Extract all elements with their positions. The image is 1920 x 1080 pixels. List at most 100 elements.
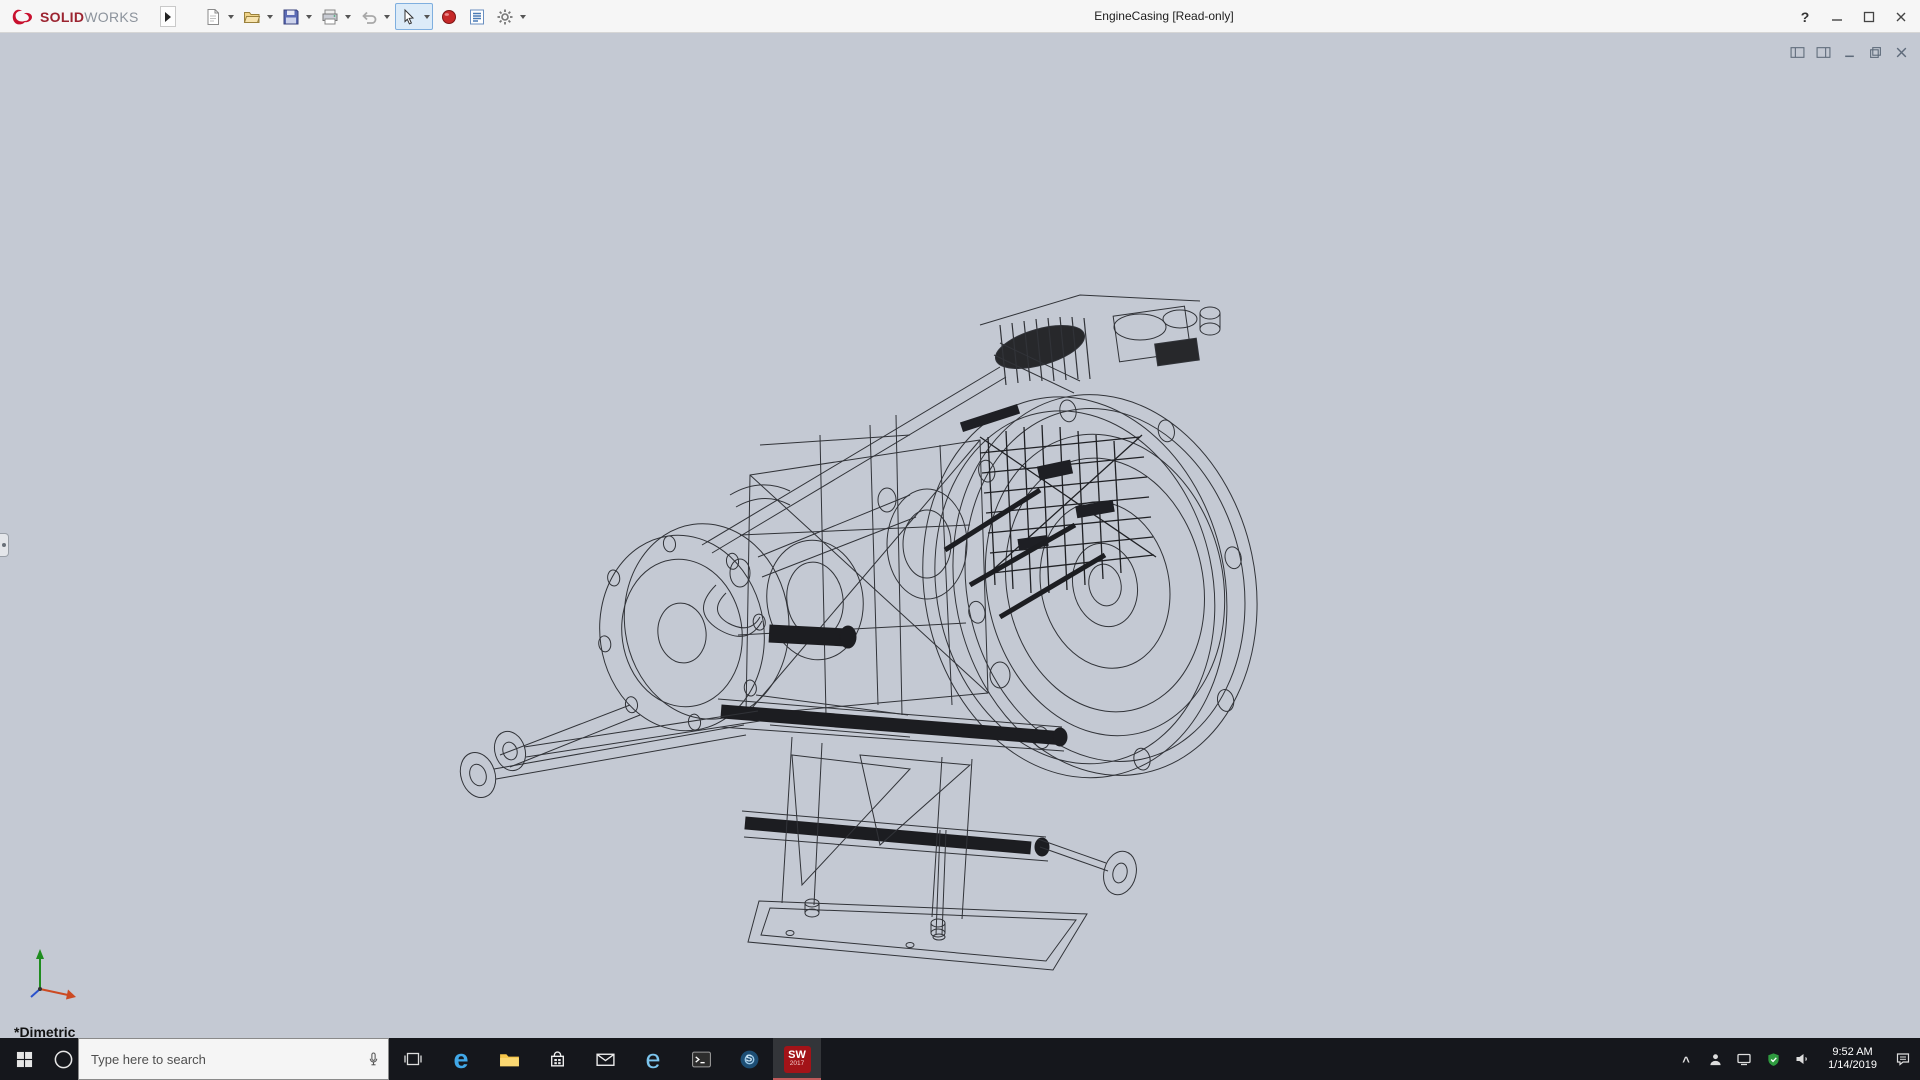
- new-document-group: [200, 4, 236, 29]
- new-document-icon: [207, 8, 219, 25]
- doc-minimize-icon: [1845, 55, 1854, 58]
- minimize-icon: [1832, 18, 1842, 21]
- open-folder-icon: [243, 11, 260, 23]
- volume-tray-button[interactable]: [1791, 1038, 1813, 1080]
- save-dropdown[interactable]: [303, 4, 314, 29]
- dock-pane-left-button[interactable]: [1789, 45, 1806, 60]
- dock-pane-right-button[interactable]: [1815, 45, 1832, 60]
- brand-works: WORKS: [84, 8, 139, 25]
- mail-envelope-icon: [595, 1053, 615, 1066]
- select-tool-group: [395, 3, 433, 30]
- appearances-button[interactable]: [436, 4, 461, 29]
- close-icon: [1896, 12, 1906, 21]
- task-view-icon: [404, 1052, 422, 1066]
- help-button[interactable]: ?: [1792, 5, 1818, 29]
- print-button[interactable]: [317, 4, 342, 29]
- windows-taskbar: e e S SW 2017: [0, 1038, 1920, 1080]
- app-icon-store[interactable]: [533, 1038, 581, 1080]
- cortana-button[interactable]: [48, 1038, 78, 1080]
- select-tool-button[interactable]: [396, 4, 421, 29]
- app-icon-mail[interactable]: [581, 1038, 629, 1080]
- print-group: [317, 4, 353, 29]
- doc-restore-icon: [1870, 47, 1881, 58]
- options-dropdown[interactable]: [517, 4, 528, 29]
- show-hidden-icons-button[interactable]: ^: [1675, 1038, 1697, 1080]
- undo-dropdown[interactable]: [381, 4, 392, 29]
- brand-text: SOLIDWORKS: [40, 9, 139, 25]
- help-icon: ?: [1800, 8, 1810, 25]
- clock-time: 9:52 AM: [1832, 1046, 1873, 1058]
- taskbar-search-box[interactable]: [78, 1038, 389, 1080]
- titlebar: SOLIDWORKS EngineCasing [Read-only] ?: [0, 0, 1920, 33]
- new-document-button[interactable]: [200, 4, 225, 29]
- origin-triad: [30, 949, 76, 1000]
- print-dropdown[interactable]: [342, 4, 353, 29]
- person-icon: [1709, 1053, 1721, 1065]
- gear-icon: [497, 9, 512, 24]
- pane-right-icon: [1816, 47, 1831, 58]
- open-dropdown[interactable]: [264, 4, 275, 29]
- doc-close-icon: [1896, 47, 1907, 58]
- document-window-controls: [1789, 45, 1910, 60]
- maximize-button[interactable]: [1856, 5, 1882, 29]
- graphics-area[interactable]: *Dimetric: [0, 33, 1920, 1038]
- system-tray: ^ 9:52 AM 1/14/2019: [1675, 1038, 1920, 1080]
- app-icon-command-prompt[interactable]: [677, 1038, 725, 1080]
- undo-icon: [361, 11, 376, 24]
- task-view-button[interactable]: [389, 1038, 437, 1080]
- save-icon: [283, 9, 298, 24]
- app-icon-skype[interactable]: S: [725, 1038, 773, 1080]
- properties-sheet-icon: [469, 9, 484, 24]
- feature-panel-expand-tab[interactable]: [0, 533, 9, 557]
- open-button[interactable]: [239, 4, 264, 29]
- start-button[interactable]: [0, 1038, 48, 1080]
- solidworks-brand: SOLIDWORKS: [8, 0, 139, 33]
- undo-group: [356, 4, 392, 29]
- security-tray-button[interactable]: [1762, 1038, 1784, 1080]
- windows-logo-icon: [16, 1051, 32, 1067]
- menu-expand-button[interactable]: [160, 6, 176, 27]
- taskbar-clock[interactable]: 9:52 AM 1/14/2019: [1820, 1046, 1885, 1072]
- brand-solid: SOLID: [40, 8, 85, 25]
- microphone-button[interactable]: [358, 1051, 388, 1068]
- document-minimize-button[interactable]: [1841, 45, 1858, 60]
- solidworks-window: SOLIDWORKS EngineCasing [Read-only] ? *D…: [0, 0, 1920, 1080]
- app-icon-file-explorer[interactable]: [485, 1038, 533, 1080]
- 3ds-logo-icon: [12, 9, 33, 24]
- action-center-button[interactable]: [1892, 1038, 1914, 1080]
- clock-date: 1/14/2019: [1828, 1059, 1877, 1071]
- file-properties-button[interactable]: [464, 4, 489, 29]
- appearance-sphere-icon: [441, 9, 456, 24]
- document-close-button[interactable]: [1893, 45, 1910, 60]
- microphone-icon: [369, 1051, 377, 1065]
- edge-logo-icon: e: [453, 1043, 469, 1074]
- minimize-button[interactable]: [1824, 5, 1850, 29]
- save-group: [278, 4, 314, 29]
- search-input[interactable]: [79, 1039, 358, 1079]
- document-title: EngineCasing [Read-only]: [1094, 9, 1234, 23]
- app-icon-internet-explorer[interactable]: e: [629, 1038, 677, 1080]
- network-tray-button[interactable]: [1733, 1038, 1755, 1080]
- options-button[interactable]: [492, 4, 517, 29]
- network-monitor-icon: [1737, 1053, 1751, 1066]
- ie-logo-icon: e: [645, 1043, 661, 1074]
- save-button[interactable]: [278, 4, 303, 29]
- window-controls: ?: [1792, 0, 1914, 33]
- app-icon-edge[interactable]: e: [437, 1038, 485, 1080]
- people-tray-button[interactable]: [1704, 1038, 1726, 1080]
- select-cursor-icon: [404, 8, 414, 25]
- select-tool-dropdown[interactable]: [421, 4, 432, 29]
- store-bag-icon: [550, 1051, 564, 1067]
- engine-casing-wireframe-model[interactable]: [440, 285, 1290, 1005]
- maximize-icon: [1863, 11, 1875, 22]
- command-prompt-icon: [691, 1051, 711, 1067]
- skype-letter: S: [745, 1053, 753, 1065]
- document-restore-button[interactable]: [1867, 45, 1884, 60]
- undo-button[interactable]: [356, 4, 381, 29]
- close-button[interactable]: [1888, 5, 1914, 29]
- app-icon-solidworks[interactable]: SW 2017: [773, 1038, 821, 1080]
- pane-left-icon: [1790, 47, 1805, 58]
- new-document-dropdown[interactable]: [225, 4, 236, 29]
- print-icon: [322, 9, 337, 24]
- shield-icon: [1767, 1052, 1779, 1066]
